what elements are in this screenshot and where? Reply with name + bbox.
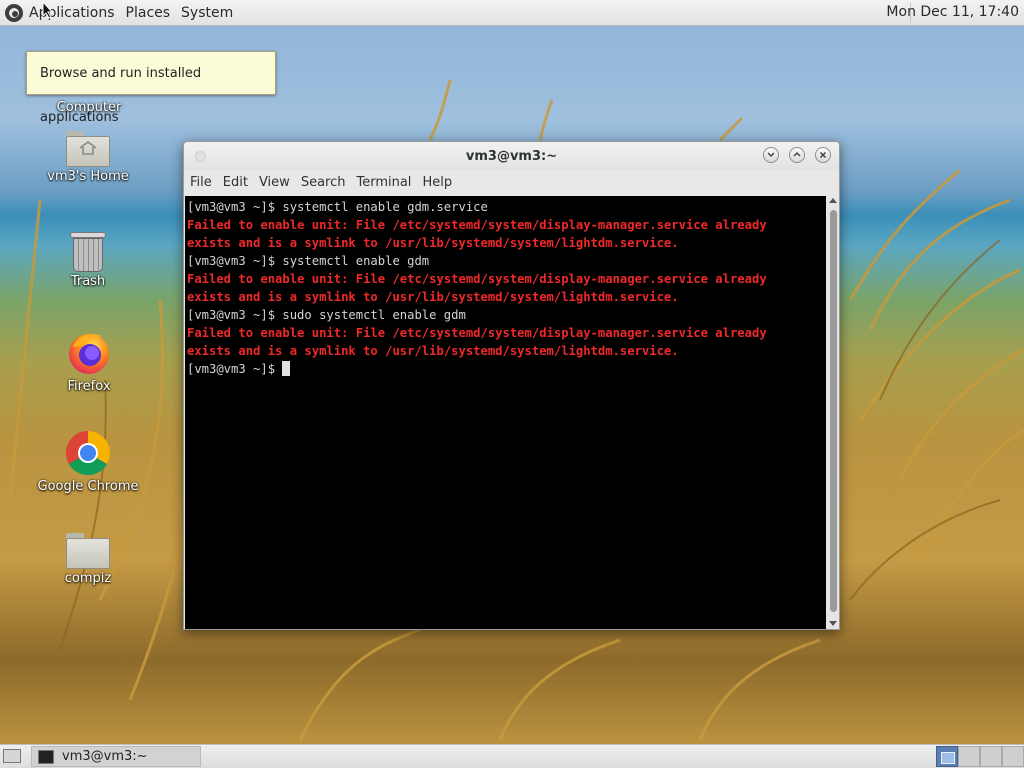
show-desktop-icon[interactable] — [3, 749, 21, 763]
desktop-icon-label: Trash — [70, 274, 106, 289]
chevron-up-icon — [793, 151, 801, 157]
clock[interactable]: Mon Dec 11, 17:40 — [886, 4, 1019, 20]
scroll-down-icon[interactable] — [829, 621, 837, 626]
terminal-error-line: Failed to enable unit: File /etc/systemd… — [187, 218, 767, 232]
minimize-button[interactable] — [763, 147, 779, 163]
terminal-error-line: Failed to enable unit: File /etc/systemd… — [187, 272, 767, 286]
maximize-button[interactable] — [789, 147, 805, 163]
bottom-panel: vm3@vm3:~ — [0, 744, 1024, 768]
taskbar-item-terminal[interactable]: vm3@vm3:~ — [31, 746, 201, 767]
terminal-output[interactable]: [vm3@vm3 ~]$ systemctl enable gdm.servic… — [185, 196, 826, 629]
distro-logo-icon[interactable] — [5, 3, 23, 22]
workspace-1[interactable] — [936, 746, 958, 767]
terminal-prompt: [vm3@vm3 ~]$ — [187, 362, 283, 376]
taskbar-item-label: vm3@vm3:~ — [62, 749, 148, 764]
menu-search[interactable]: Search — [301, 175, 346, 190]
desktop-icon-firefox[interactable]: Firefox — [29, 329, 149, 394]
desktop-icon-label: Firefox — [67, 379, 111, 394]
workspace-2[interactable] — [958, 746, 980, 767]
terminal-error-line: exists and is a symlink to /usr/lib/syst… — [187, 344, 679, 358]
desktop-icon-label: vm3's Home — [47, 169, 129, 184]
menu-terminal[interactable]: Terminal — [356, 175, 411, 190]
text-cursor — [282, 361, 291, 376]
window-title: vm3@vm3:~ — [465, 149, 558, 164]
firefox-icon — [69, 334, 109, 374]
workspace-4[interactable] — [1002, 746, 1024, 767]
desktop-icon-chrome[interactable]: Google Chrome — [28, 429, 148, 494]
terminal-line: [vm3@vm3 ~]$ systemctl enable gdm.servic… — [187, 200, 488, 214]
desktop-icon-label: Google Chrome — [37, 479, 139, 494]
menu-view[interactable]: View — [259, 175, 290, 190]
terminal-scrollbar[interactable] — [827, 196, 839, 629]
close-button[interactable] — [815, 147, 831, 163]
folder-icon — [66, 533, 110, 569]
terminal-error-line: exists and is a symlink to /usr/lib/syst… — [187, 236, 679, 250]
chrome-icon — [66, 431, 110, 475]
scroll-up-icon[interactable] — [829, 198, 837, 203]
menu-places[interactable]: Places — [126, 5, 171, 21]
terminal-line: [vm3@vm3 ~]$ systemctl enable gdm — [187, 254, 430, 268]
menu-file[interactable]: File — [190, 175, 212, 190]
desktop-icon-trash[interactable]: Trash — [28, 232, 148, 289]
menu-edit[interactable]: Edit — [223, 175, 248, 190]
terminal-window[interactable]: vm3@vm3:~ File Edit View Search Terminal… — [183, 141, 840, 630]
terminal-current-line[interactable]: [vm3@vm3 ~]$ — [187, 360, 826, 378]
window-titlebar[interactable]: vm3@vm3:~ — [184, 142, 839, 170]
top-panel: Applications Places System Mon Dec 11, 1… — [0, 0, 1024, 26]
desktop-icon-label: compiz — [64, 571, 112, 586]
trash-icon — [70, 232, 106, 272]
desktop-icon-compiz[interactable]: compiz — [28, 533, 148, 586]
chevron-down-icon — [767, 152, 775, 158]
scrollbar-thumb[interactable] — [830, 210, 837, 612]
close-icon — [819, 151, 827, 159]
applications-tooltip: Browse and run installed applications — [26, 51, 276, 125]
menu-system[interactable]: System — [181, 5, 233, 21]
mouse-pointer-icon — [42, 1, 54, 19]
menu-help[interactable]: Help — [422, 175, 452, 190]
workspace-3[interactable] — [980, 746, 1002, 767]
terminal-error-line: exists and is a symlink to /usr/lib/syst… — [187, 290, 679, 304]
terminal-menubar: File Edit View Search Terminal Help — [184, 170, 839, 194]
terminal-icon — [38, 749, 54, 764]
terminal-error-line: Failed to enable unit: File /etc/systemd… — [187, 326, 767, 340]
terminal-line: [vm3@vm3 ~]$ sudo systemctl enable gdm — [187, 308, 466, 322]
